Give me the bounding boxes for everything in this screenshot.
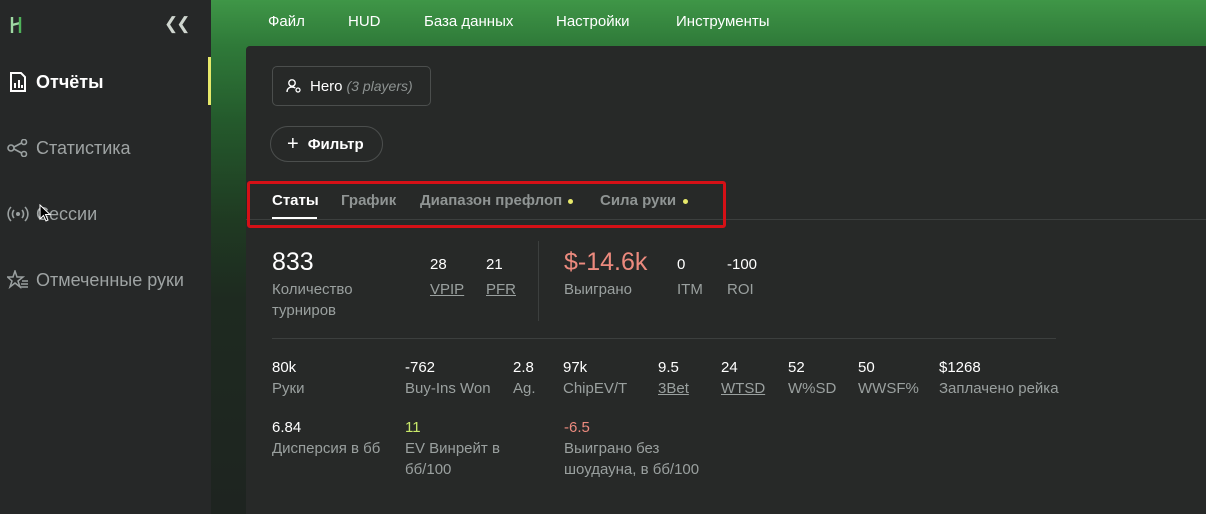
- tabs-highlight-box: [247, 181, 726, 228]
- tournaments-label: Количество турниров: [272, 281, 353, 319]
- sidebar: ❮❮ Отчёты Статистика Сессии Отмеченные р…: [0, 0, 211, 514]
- stat-label: W%SD: [788, 380, 837, 397]
- add-filter-button[interactable]: + Фильтр: [270, 126, 383, 162]
- sidebar-item-label: Статистика: [36, 137, 131, 158]
- stat-value: 6.84: [272, 419, 302, 436]
- tournaments-value: 833: [272, 248, 314, 276]
- won-label: Выиграно: [564, 281, 632, 298]
- broadcast-icon: [7, 203, 29, 225]
- stat-value: 50: [858, 359, 875, 376]
- report-icon: [7, 71, 29, 93]
- menu-bar: Файл HUD База данных Настройки Инструмен…: [211, 0, 1206, 44]
- stat-label: Выиграно без: [564, 440, 660, 457]
- stat-label: WWSF%: [858, 380, 919, 397]
- player-name: Hero: [310, 77, 343, 95]
- menu-settings[interactable]: Настройки: [556, 13, 630, 30]
- user-settings-icon: [286, 79, 301, 93]
- stat-value: $1268: [939, 359, 981, 376]
- sidebar-item-statistics[interactable]: Статистика: [0, 128, 211, 168]
- stat-label: EV Винрейт в: [405, 440, 500, 457]
- sidebar-item-label: Отмеченные руки: [36, 269, 184, 290]
- menu-tools[interactable]: Инструменты: [676, 13, 770, 30]
- stat-label: Заплачено рейка: [939, 380, 1059, 397]
- stat-label: Ag.: [513, 380, 536, 397]
- player-selector-button[interactable]: Hero (3 players): [272, 66, 431, 106]
- stat-value: 9.5: [658, 359, 679, 376]
- roi-label: ROI: [727, 281, 754, 298]
- won-value: $-14.6k: [564, 248, 648, 276]
- stat-value: 52: [788, 359, 805, 376]
- sidebar-item-marked-hands[interactable]: Отмеченные руки: [0, 260, 211, 300]
- itm-value: 0: [677, 256, 686, 273]
- vpip-value: 28: [430, 256, 447, 273]
- stat-label: шоудауна, в бб/100: [564, 461, 700, 478]
- menu-database[interactable]: База данных: [424, 13, 513, 30]
- stat-label: Дисперсия в бб: [272, 440, 381, 457]
- stat-value: 11: [405, 419, 421, 436]
- itm-label: ITM: [677, 281, 703, 298]
- app-logo-icon[interactable]: [10, 15, 28, 35]
- main-area: Файл HUD База данных Настройки Инструмен…: [211, 0, 1206, 514]
- stat-label: Руки: [272, 380, 305, 397]
- player-count: (3 players): [346, 78, 413, 94]
- stat-value: -6.5: [564, 419, 590, 436]
- sidebar-item-sessions[interactable]: Сессии: [0, 194, 211, 234]
- mouse-cursor-icon: [39, 204, 51, 222]
- plus-icon: +: [287, 133, 299, 155]
- star-list-icon: [7, 269, 29, 291]
- stat-label-link[interactable]: WTSD: [721, 378, 765, 399]
- stat-value: -762: [405, 359, 436, 376]
- stat-value: 80k: [272, 359, 297, 376]
- report-panel: Hero (3 players) + Фильтр Статы График Д…: [246, 46, 1206, 514]
- stat-value: 2.8: [513, 359, 534, 376]
- roi-value: -100: [727, 256, 758, 273]
- vpip-label[interactable]: VPIP: [430, 279, 464, 300]
- collapse-sidebar-icon[interactable]: ❮❮: [164, 14, 190, 34]
- section-divider: [272, 338, 1056, 339]
- stat-label: бб/100: [405, 461, 452, 478]
- pfr-value: 21: [486, 256, 503, 273]
- stat-value: 97k: [563, 359, 588, 376]
- pfr-label[interactable]: PFR: [486, 279, 516, 300]
- menu-hud[interactable]: HUD: [348, 13, 381, 30]
- stat-label: ChipEV/T: [563, 380, 628, 397]
- share-nodes-icon: [7, 137, 29, 159]
- stat-label-link[interactable]: 3Bet: [658, 378, 689, 399]
- sidebar-item-reports[interactable]: Отчёты: [0, 62, 211, 102]
- filter-label: Фильтр: [307, 135, 364, 153]
- stat-label: Buy-Ins Won: [405, 380, 491, 397]
- sidebar-item-label: Отчёты: [36, 71, 104, 92]
- stat-value: 24: [721, 359, 738, 376]
- menu-file[interactable]: Файл: [268, 13, 305, 30]
- summary-divider: [538, 241, 539, 321]
